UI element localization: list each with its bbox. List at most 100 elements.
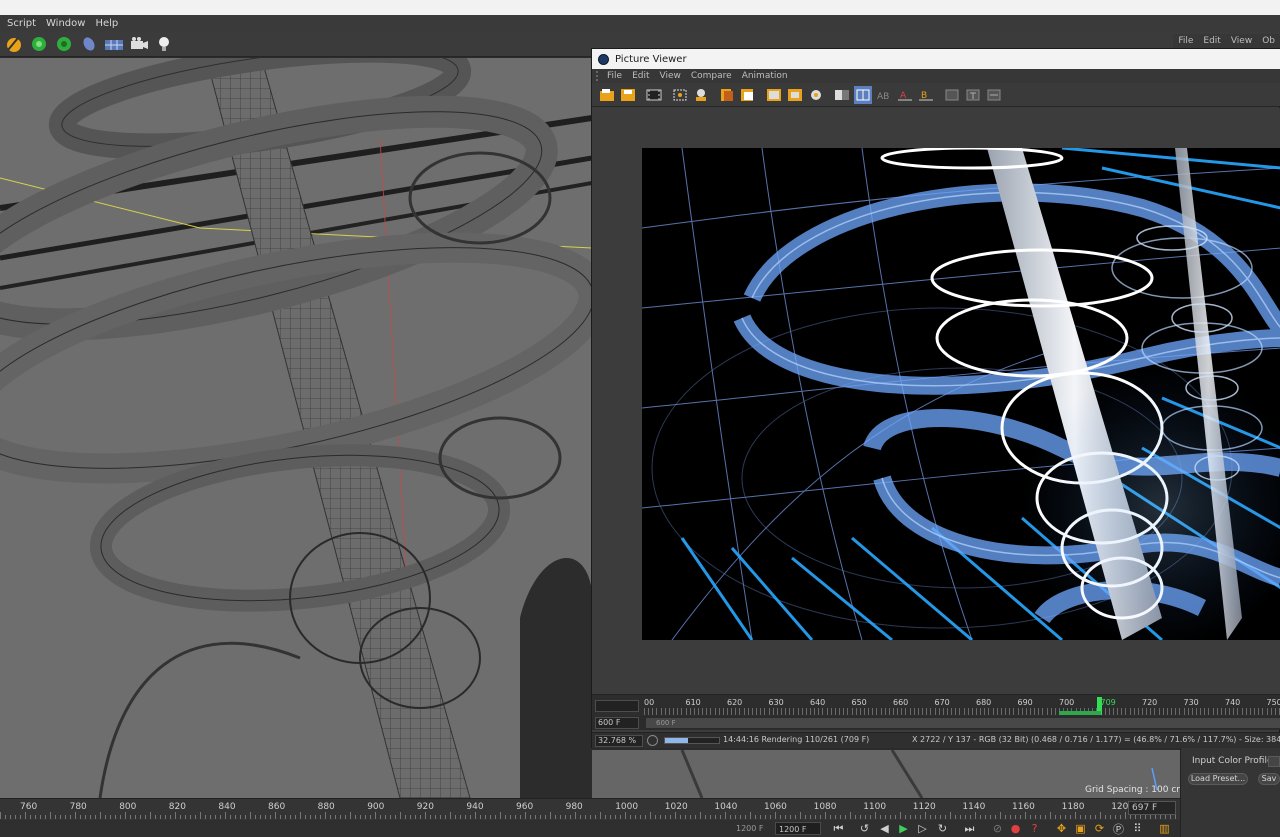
- timeline-tick-label: 1000: [615, 802, 639, 812]
- region-render-icon[interactable]: [671, 86, 689, 104]
- menu-window[interactable]: Window: [41, 15, 90, 32]
- transport-bar: 1200 F 1200 F ⏮ ↺ ◀ ▶ ▷ ↻ ⏭ ⊘ ● ? ✥ ▣ ⟳ …: [0, 820, 1180, 837]
- pla-key-icon[interactable]: ⠿: [1130, 821, 1145, 836]
- fit-view-icon[interactable]: [765, 86, 783, 104]
- compare-ab-icon[interactable]: [833, 86, 851, 104]
- goto-end-icon[interactable]: ⏭: [962, 821, 977, 836]
- current-frame-field[interactable]: 697 F: [1128, 801, 1176, 815]
- picture-viewer-canvas[interactable]: [592, 108, 1280, 694]
- pv-zoom-field[interactable]: 32.768 %: [595, 735, 643, 747]
- menu-edit[interactable]: Edit: [1198, 36, 1225, 46]
- record-disabled-icon[interactable]: ⊘: [990, 821, 1005, 836]
- deformer-icon[interactable]: [78, 34, 100, 54]
- pv-render-progress: [664, 737, 720, 744]
- preview-max-field[interactable]: 1200 F: [733, 822, 771, 835]
- text-overlay-icon[interactable]: [964, 86, 982, 104]
- pv-ruler-tick: [1129, 708, 1131, 715]
- film-icon[interactable]: [645, 86, 663, 104]
- pv-ruler-tick: [718, 708, 720, 715]
- pv-ruler-tick: [884, 708, 886, 715]
- gear-generator-icon[interactable]: [53, 34, 75, 54]
- main-timeline[interactable]: 760 780 800 820 840 860 880 900 920 940 960 980 1000…: [0, 798, 1180, 820]
- pv-menu-view[interactable]: View: [655, 71, 686, 81]
- rotate-key-icon[interactable]: ⟳: [1092, 821, 1107, 836]
- pv-frame-ruler[interactable]: 00 610 620 630 640 650 660 670 680 690 700 709 720 73…: [592, 694, 1280, 716]
- timeline-minor-tick: [1080, 815, 1081, 819]
- menu-help[interactable]: Help: [90, 15, 123, 32]
- pv-ruler-tick: [1117, 708, 1119, 715]
- pv-ruler-tick: [1270, 708, 1272, 715]
- pv-ruler-tick: [955, 708, 957, 715]
- timeline-minor-tick: [285, 815, 286, 819]
- pv-ruler-tick: [872, 708, 874, 715]
- ab-toggle-icon[interactable]: AB: [875, 86, 893, 104]
- move-key-icon[interactable]: ✥: [1054, 821, 1069, 836]
- layers-icon[interactable]: [739, 86, 757, 104]
- pv-ruler-tick: [951, 708, 953, 715]
- floor-icon[interactable]: [103, 34, 125, 54]
- split-view-icon[interactable]: [854, 85, 872, 104]
- timeline-minor-tick: [495, 815, 496, 819]
- save-file-icon[interactable]: [619, 86, 637, 104]
- prev-key-icon[interactable]: ↺: [857, 821, 872, 836]
- load-preset-button[interactable]: Load Preset...: [1188, 773, 1248, 785]
- swap-ab-icon[interactable]: [985, 86, 1003, 104]
- picture-viewer-titlebar[interactable]: Picture Viewer: [592, 49, 1280, 69]
- autokey-icon[interactable]: ?: [1027, 821, 1042, 836]
- next-frame-icon[interactable]: ▷: [915, 821, 930, 836]
- timeline-minor-tick: [380, 815, 381, 819]
- timeline-minor-tick: [185, 815, 186, 819]
- timeline-tick-label: 940: [466, 802, 484, 812]
- rendered-image-svg: [642, 148, 1280, 640]
- scene-max-field[interactable]: 1200 F: [775, 822, 821, 835]
- camera-icon[interactable]: [128, 34, 150, 54]
- prev-frame-icon[interactable]: ◀: [877, 821, 892, 836]
- play-icon[interactable]: ▶: [896, 821, 911, 836]
- menu-script[interactable]: Script: [0, 15, 41, 32]
- 3d-viewport[interactable]: [0, 58, 592, 798]
- pv-ruler-tick: [843, 708, 845, 715]
- render-user-icon[interactable]: [692, 86, 710, 104]
- pv-menu-animation[interactable]: Animation: [737, 71, 793, 81]
- timeline-minor-tick: [60, 815, 61, 819]
- render-settings-icon[interactable]: [807, 86, 825, 104]
- pen-tool-icon[interactable]: [3, 34, 25, 54]
- timeline-minor-tick: [1140, 815, 1141, 819]
- menu-view[interactable]: View: [1226, 36, 1257, 46]
- history-icon[interactable]: [718, 86, 736, 104]
- pv-ruler-tick: [756, 708, 758, 715]
- picture-viewer-window[interactable]: Picture Viewer File Edit View Compare An…: [591, 48, 1280, 748]
- menu-objects[interactable]: Ob: [1257, 36, 1280, 46]
- param-key-icon[interactable]: Ⓟ: [1111, 821, 1126, 836]
- pv-ruler-tick: [1017, 708, 1019, 715]
- pv-menu-compare[interactable]: Compare: [686, 71, 737, 81]
- scale-key-icon[interactable]: ▣: [1073, 821, 1088, 836]
- pv-menu-file[interactable]: File: [602, 71, 627, 81]
- pv-cached-range: [1059, 711, 1101, 715]
- sphere-primitive-icon[interactable]: [28, 34, 50, 54]
- timeline-minor-tick: [25, 812, 26, 819]
- timeline-window-icon[interactable]: ▥: [1157, 821, 1172, 836]
- open-file-icon[interactable]: [598, 86, 616, 104]
- pv-play-icon[interactable]: [647, 735, 658, 746]
- pv-frame-field[interactable]: 600 F: [595, 717, 639, 729]
- timeline-tick-label: 1060: [764, 802, 787, 812]
- save-preset-button[interactable]: Sav: [1258, 773, 1280, 785]
- next-key-icon[interactable]: ↻: [935, 821, 950, 836]
- zoom-view-icon[interactable]: [786, 86, 804, 104]
- menu-file[interactable]: File: [1173, 36, 1198, 46]
- record-keys-icon[interactable]: ●: [1008, 821, 1023, 836]
- timeline-minor-tick: [35, 815, 36, 819]
- goto-start-icon[interactable]: ⏮: [831, 821, 846, 836]
- set-a-icon[interactable]: A: [896, 86, 914, 104]
- pv-ruler-tick: [1146, 708, 1148, 715]
- pv-frame-input[interactable]: [595, 700, 639, 712]
- diff-icon[interactable]: [943, 86, 961, 104]
- pv-range-bar[interactable]: 600 F: [646, 718, 1280, 728]
- timeline-minor-tick: [360, 815, 361, 819]
- input-color-profile-select[interactable]: [1268, 756, 1280, 767]
- set-b-icon[interactable]: B: [917, 86, 935, 104]
- timeline-minor-tick: [870, 815, 871, 819]
- light-icon[interactable]: [153, 34, 175, 54]
- pv-menu-edit[interactable]: Edit: [627, 71, 654, 81]
